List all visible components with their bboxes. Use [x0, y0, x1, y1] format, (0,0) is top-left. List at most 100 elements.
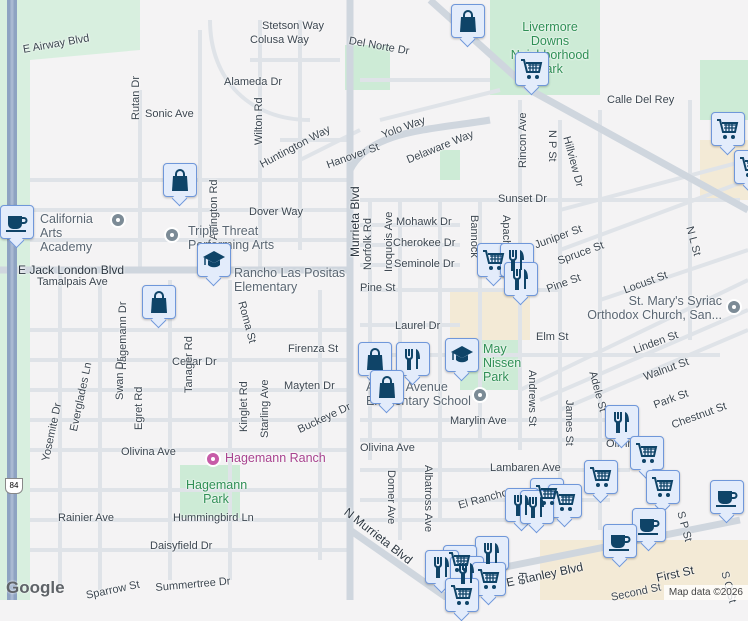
- fork-knife-icon: [401, 347, 425, 371]
- street-label: N P St: [546, 130, 558, 162]
- street-label: Tanager Rd: [183, 336, 195, 393]
- grocery-marker[interactable]: [515, 52, 549, 86]
- shopping-marker[interactable]: [358, 342, 392, 376]
- street-label: Seminole Dr: [394, 258, 455, 270]
- street-label: Tamalpais Ave: [37, 276, 108, 288]
- shopping-cart-icon: [739, 155, 748, 179]
- street-label: Starling Ave: [259, 379, 271, 438]
- restaurant-marker[interactable]: [504, 262, 538, 296]
- shopping-bag-icon: [375, 375, 399, 399]
- street-label: Dover Way: [249, 206, 303, 218]
- shopping-cart-icon: [635, 441, 659, 465]
- place-hagemann-ranch[interactable]: Hagemann Ranch: [225, 451, 326, 465]
- fork-knife-icon: [430, 555, 454, 579]
- street-label: Mohawk Dr: [396, 216, 452, 228]
- coffee-cup-icon: [637, 513, 661, 537]
- grocery-marker[interactable]: [646, 470, 680, 504]
- fork-knife-icon: [610, 410, 634, 434]
- shopping-bag-icon: [456, 9, 480, 33]
- street-label: Albatross Ave: [422, 465, 434, 533]
- street-label: Elm St: [536, 331, 569, 343]
- shopping-marker[interactable]: [370, 370, 404, 404]
- restaurant-marker[interactable]: [605, 405, 639, 439]
- fork-knife-icon: [455, 561, 479, 585]
- fork-knife-icon: [480, 541, 504, 565]
- street-label: E Jack London Blvd: [18, 263, 125, 277]
- street-label: Swan Dr: [114, 357, 126, 400]
- grocery-marker[interactable]: [734, 150, 748, 184]
- place-st-marys-church[interactable]: St. Mary's Syriac Orthodox Church, San..…: [577, 294, 722, 322]
- grocery-marker[interactable]: [630, 436, 664, 470]
- place-pin-icon[interactable]: [110, 212, 126, 228]
- place-rancho-las-positas[interactable]: Rancho Las Positas Elementary: [234, 266, 369, 294]
- restaurant-marker[interactable]: [425, 550, 459, 584]
- shopping-bag-icon: [363, 347, 387, 371]
- street-label: Marylin Ave: [450, 415, 507, 427]
- street-label: Alameda Dr: [224, 76, 283, 88]
- shopping-marker[interactable]: [163, 163, 197, 197]
- shopping-cart-icon: [482, 248, 506, 272]
- cafe-marker[interactable]: [0, 205, 34, 239]
- shopping-cart-icon: [477, 567, 501, 591]
- grocery-marker[interactable]: [548, 484, 582, 518]
- street-label: Sunset Dr: [498, 193, 547, 205]
- street-label: Hummingbird Ln: [173, 512, 254, 524]
- landmark-pin-icon[interactable]: [205, 451, 221, 467]
- street-label: Domer Ave: [385, 470, 397, 525]
- google-logo: Google: [6, 578, 65, 597]
- grocery-marker[interactable]: [584, 460, 618, 494]
- shopping-cart-icon: [651, 475, 675, 499]
- grocery-marker[interactable]: [445, 578, 479, 612]
- street-label: Stetson Way: [262, 20, 324, 32]
- restaurant-marker[interactable]: [475, 536, 509, 570]
- street-label: Cherokee Dr: [393, 237, 456, 249]
- street-label: Olivina Ave: [360, 442, 415, 454]
- street-label: Rutan Dr: [130, 75, 142, 120]
- cafe-marker[interactable]: [603, 524, 637, 558]
- highway-shield-84: 84: [5, 478, 23, 494]
- shopping-bag-icon: [168, 168, 192, 192]
- street-label: Laurel Dr: [395, 320, 441, 332]
- street-label: Norfolk Rd: [362, 218, 374, 270]
- place-hagemann-park[interactable]: Hagemann Park: [186, 478, 247, 506]
- shopping-bag-icon: [147, 290, 171, 314]
- shopping-marker[interactable]: [451, 4, 485, 38]
- place-may-nissen-park[interactable]: May Nissen Park: [483, 342, 533, 384]
- street-label: Colusa Way: [250, 34, 309, 46]
- street-label: James St: [563, 400, 575, 446]
- street-label: Fe: [516, 572, 528, 585]
- street-label: Firenza St: [288, 343, 339, 355]
- graduation-cap-icon: [450, 343, 474, 367]
- street-label: Kinglet Rd: [238, 381, 250, 432]
- street-label: Rincon Ave: [517, 112, 529, 168]
- cafe-marker[interactable]: [710, 480, 744, 514]
- shopping-cart-icon: [553, 489, 577, 513]
- shopping-cart-icon: [589, 465, 613, 489]
- cafe-marker[interactable]: [632, 508, 666, 542]
- street-label: Rainier Ave: [58, 512, 115, 524]
- church-pin-icon[interactable]: [726, 299, 742, 315]
- restaurant-marker[interactable]: [520, 490, 554, 524]
- street-label: Murrieta Blvd: [348, 186, 362, 257]
- coffee-cup-icon: [608, 529, 632, 553]
- place-california-arts-academy[interactable]: California Arts Academy: [40, 212, 110, 254]
- shopping-marker[interactable]: [142, 285, 176, 319]
- school-pin-icon[interactable]: [472, 387, 488, 403]
- restaurant-marker[interactable]: [396, 342, 430, 376]
- street-label: Sonic Ave: [145, 108, 194, 120]
- grocery-marker[interactable]: [711, 112, 745, 146]
- grocery-marker[interactable]: [472, 562, 506, 596]
- coffee-cup-icon: [715, 485, 739, 509]
- street-label: Wilton Rd: [253, 97, 265, 145]
- school-marker[interactable]: [197, 243, 231, 277]
- map-attribution[interactable]: Map data ©2026: [663, 585, 748, 600]
- fork-knife-icon: [525, 495, 549, 519]
- street-label: Daisyfield Dr: [150, 540, 213, 552]
- shopping-cart-icon: [450, 583, 474, 607]
- shopping-cart-icon: [716, 117, 740, 141]
- street-label: Lambaren Ave: [490, 462, 561, 474]
- street-label: Olivina Ave: [121, 446, 176, 458]
- coffee-cup-icon: [5, 210, 29, 234]
- place-pin-icon[interactable]: [164, 227, 180, 243]
- school-marker[interactable]: [445, 338, 479, 372]
